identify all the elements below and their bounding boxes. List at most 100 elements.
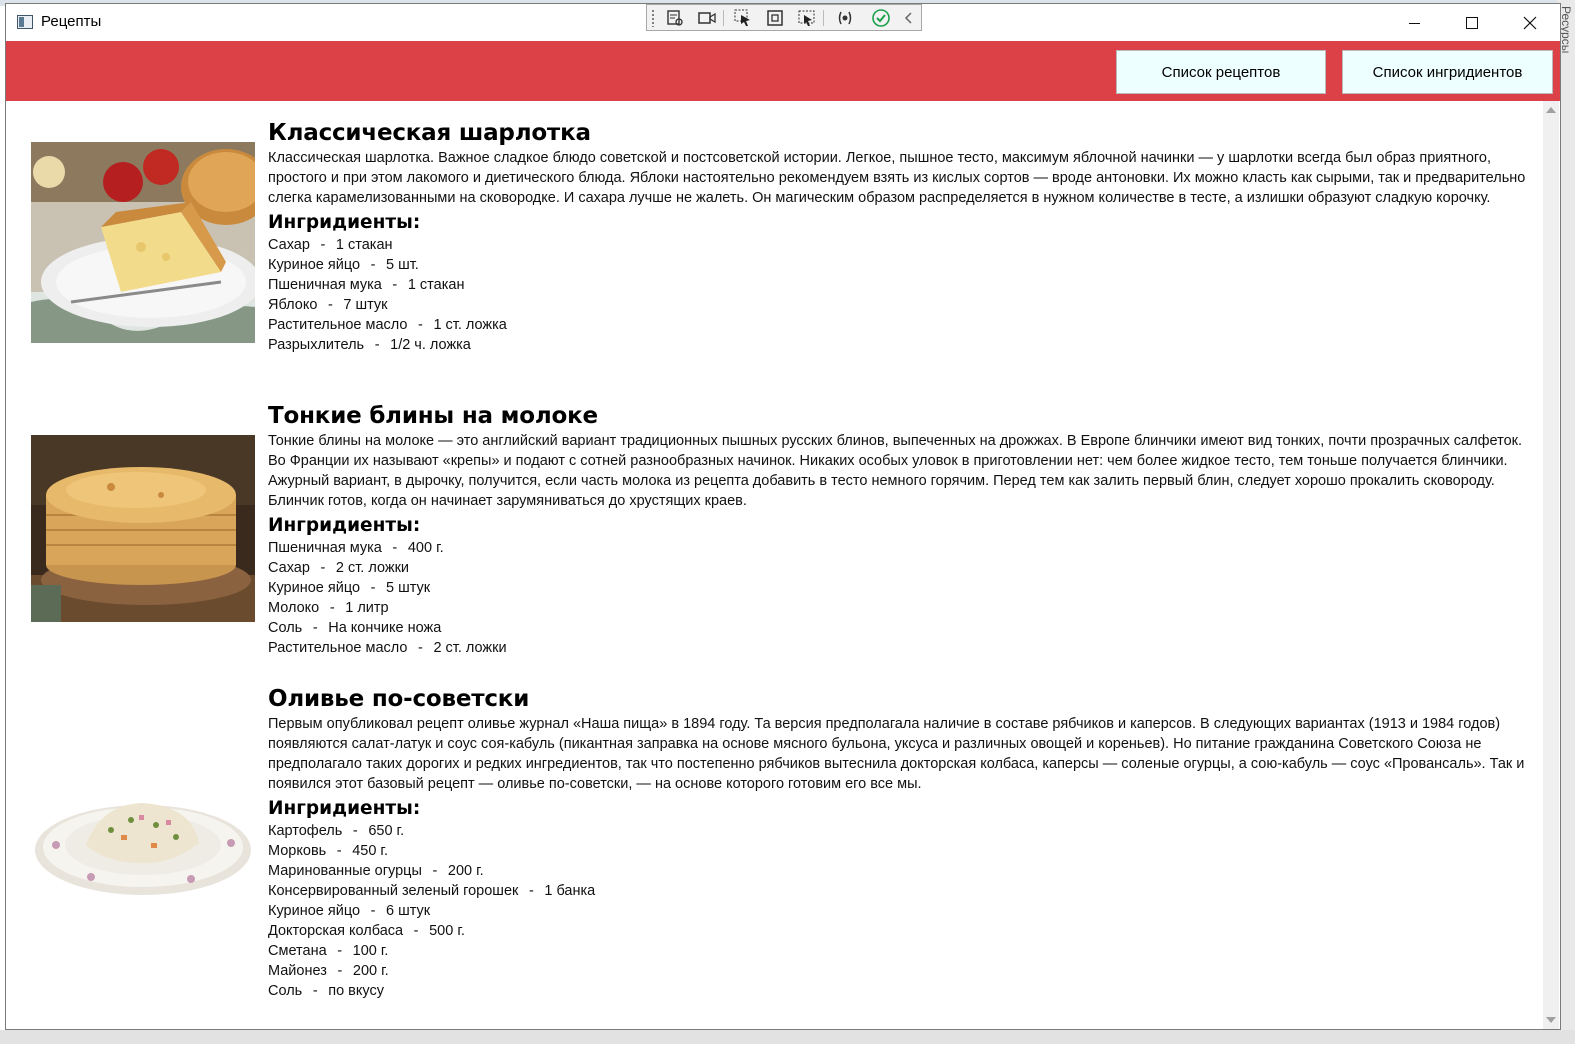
ingredient-name: Растительное масло	[268, 640, 408, 656]
close-button[interactable]	[1501, 4, 1559, 41]
ingredient-name: Пшеничная мука	[268, 277, 382, 293]
ingredient-row: Сметана -100 г.	[268, 943, 389, 959]
ingredient-row: Куриное яйцо -5 штук	[268, 580, 431, 596]
ingredient-amount: 500 г.	[429, 923, 465, 939]
maximize-button[interactable]	[1443, 4, 1501, 41]
ingredient-amount: 1 банка	[544, 883, 596, 899]
recipe-text-block: Тонкие блины на молоке Тонкие блины на м…	[268, 402, 1533, 658]
ingredient-name: Разрыхлитель	[268, 337, 365, 353]
ingredient-amount: по вкусу	[328, 983, 384, 999]
ingredient-amount: 200 г.	[447, 863, 484, 879]
ingredient-name: Куриное яйцо	[268, 257, 361, 273]
ingredient-amount: 6 штук	[386, 903, 431, 919]
vertical-scrollbar[interactable]	[1543, 101, 1559, 1029]
scroll-down-icon[interactable]	[1546, 1017, 1556, 1023]
ingredients-heading: Ингридиенты:	[268, 515, 421, 536]
ingredient-amount: 5 шт.	[386, 257, 419, 273]
recipe-text-block: Оливье по-советски Первым опубликовал ре…	[268, 685, 1533, 1001]
collapse-toolbar-icon[interactable]	[899, 8, 919, 28]
ingredient-row: Соль - На кончике ножа	[268, 620, 442, 636]
ingredient-row: Маринованные огурцы -200 г.	[268, 863, 484, 879]
ingredient-row: Разрыхлитель -1/2 ч. ложка	[268, 337, 471, 353]
ingredient-row: Пшеничная мука -1 стакан	[268, 277, 465, 293]
ingredient-row: Майонез -200 г.	[268, 963, 389, 979]
close-icon	[1523, 16, 1537, 30]
ingredient-name: Молоко	[268, 600, 320, 616]
ingredient-row: Куриное яйцо -5 шт.	[268, 257, 419, 273]
ingredient-row: Молоко -1 литр	[268, 600, 389, 616]
ingredient-amount: 200 г.	[352, 963, 389, 979]
select-element-icon[interactable]	[733, 8, 753, 28]
minimize-button[interactable]	[1385, 4, 1443, 41]
scroll-up-icon[interactable]	[1546, 107, 1556, 113]
hot-reload-ok-icon[interactable]	[871, 8, 891, 28]
header-bar: Список рецептов Список ингридиентов	[6, 41, 1560, 101]
recipe-description: Тонкие блины на молоке — это английский …	[268, 433, 1523, 509]
recipe-list[interactable]: Классическая шарлотка Классическая шарло…	[6, 101, 1539, 1029]
window-title: Рецепты	[41, 13, 102, 30]
ingredient-row: Пшеничная мука -400 г.	[268, 540, 444, 556]
recipe-title: Оливье по-советски	[268, 686, 530, 712]
maximize-icon	[1466, 17, 1478, 29]
ingredient-amount: 7 штук	[343, 297, 388, 313]
ingredient-row: Консервированный зеленый горошек -1 банка	[268, 883, 596, 899]
apple-pie-photo	[31, 142, 255, 343]
ingredient-amount: 1 стакан	[407, 277, 465, 293]
ingredient-name: Картофель	[268, 823, 343, 839]
background-side-text: Ресурсы	[1559, 6, 1573, 54]
ingredient-name: Соль	[268, 620, 303, 636]
ingredient-name: Майонез	[268, 963, 327, 979]
ingredient-name: Консервированный зеленый горошек	[268, 883, 519, 899]
ingredient-name: Куриное яйцо	[268, 580, 361, 596]
ingredient-amount: 1 литр	[345, 600, 389, 616]
ingredient-row: Сахар -1 стакан	[268, 237, 393, 253]
ingredients-list-button[interactable]: Список ингридиентов	[1342, 50, 1553, 94]
ingredient-row: Сахар -2 ст. ложки	[268, 560, 410, 576]
ingredient-name: Сметана	[268, 943, 327, 959]
recipe-title: Тонкие блины на молоке	[268, 403, 598, 429]
ingredient-row: Морковь -450 г.	[268, 843, 388, 859]
live-visual-tree-icon[interactable]	[665, 8, 685, 28]
ingredient-name: Куриное яйцо	[268, 903, 361, 919]
track-focused-element-icon[interactable]	[797, 8, 817, 28]
recipe-description: Первым опубликовал рецепт оливье журнал …	[268, 716, 1525, 792]
ingredient-amount: 1 стакан	[335, 237, 393, 253]
app-window-icon	[17, 15, 33, 29]
ingredient-amount: 1 ст. ложка	[433, 317, 507, 333]
binding-failures-icon[interactable]	[835, 8, 855, 28]
ingredient-amount: 5 штук	[386, 580, 431, 596]
recipe-description: Классическая шарлотка. Важное сладкое бл…	[268, 150, 1526, 206]
ingredient-name: Сахар	[268, 560, 310, 576]
ingredient-row: Картофель -650 г.	[268, 823, 405, 839]
ingredient-row: Растительное масло -1 ст. ложка	[268, 317, 507, 333]
ingredient-amount: 400 г.	[407, 540, 444, 556]
ingredient-amount: 1/2 ч. ложка	[390, 337, 471, 353]
recipes-list-button[interactable]: Список рецептов	[1116, 50, 1326, 94]
display-layout-adorners-icon[interactable]	[765, 8, 785, 28]
ingredient-list: Картофель -650 г. Морковь -450 г. Маринова…	[268, 821, 1533, 1001]
minimize-icon	[1408, 22, 1420, 24]
ingredient-name: Докторская колбаса	[268, 923, 404, 939]
recipes-window: Рецепты Список рецептов Список ингридиен…	[5, 3, 1561, 1030]
ingredient-amount: 2 ст. ложки	[433, 640, 507, 656]
ingredient-name: Маринованные огурцы	[268, 863, 422, 879]
ingredient-amount: 2 ст. ложки	[335, 560, 410, 576]
ingredient-list: Пшеничная мука -400 г. Сахар -2 ст. ложки …	[268, 538, 1533, 658]
ingredient-name: Соль	[268, 983, 303, 999]
ingredients-heading: Ингридиенты:	[268, 212, 421, 233]
ingredient-name: Сахар	[268, 237, 310, 253]
xaml-debug-toolbar	[646, 4, 922, 31]
toolbar-grip-icon[interactable]	[651, 9, 655, 27]
ingredient-row: Яблоко -7 штук	[268, 297, 388, 313]
ingredient-amount: 650 г.	[368, 823, 405, 839]
title-bar[interactable]: Рецепты	[6, 4, 1560, 41]
ingredient-row: Куриное яйцо -6 штук	[268, 903, 431, 919]
recipe-title: Классическая шарлотка	[268, 120, 591, 146]
ingredient-list: Сахар -1 стакан Куриное яйцо -5 шт. Пшенич…	[268, 235, 1533, 355]
video-camera-icon[interactable]	[697, 8, 717, 28]
ingredient-row: Докторская колбаса -500 г.	[268, 923, 465, 939]
ingredient-amount: 100 г.	[352, 943, 389, 959]
recipe-text-block: Классическая шарлотка Классическая шарло…	[268, 119, 1533, 355]
ingredient-amount: 450 г.	[352, 843, 388, 859]
ingredient-name: Морковь	[268, 843, 327, 859]
